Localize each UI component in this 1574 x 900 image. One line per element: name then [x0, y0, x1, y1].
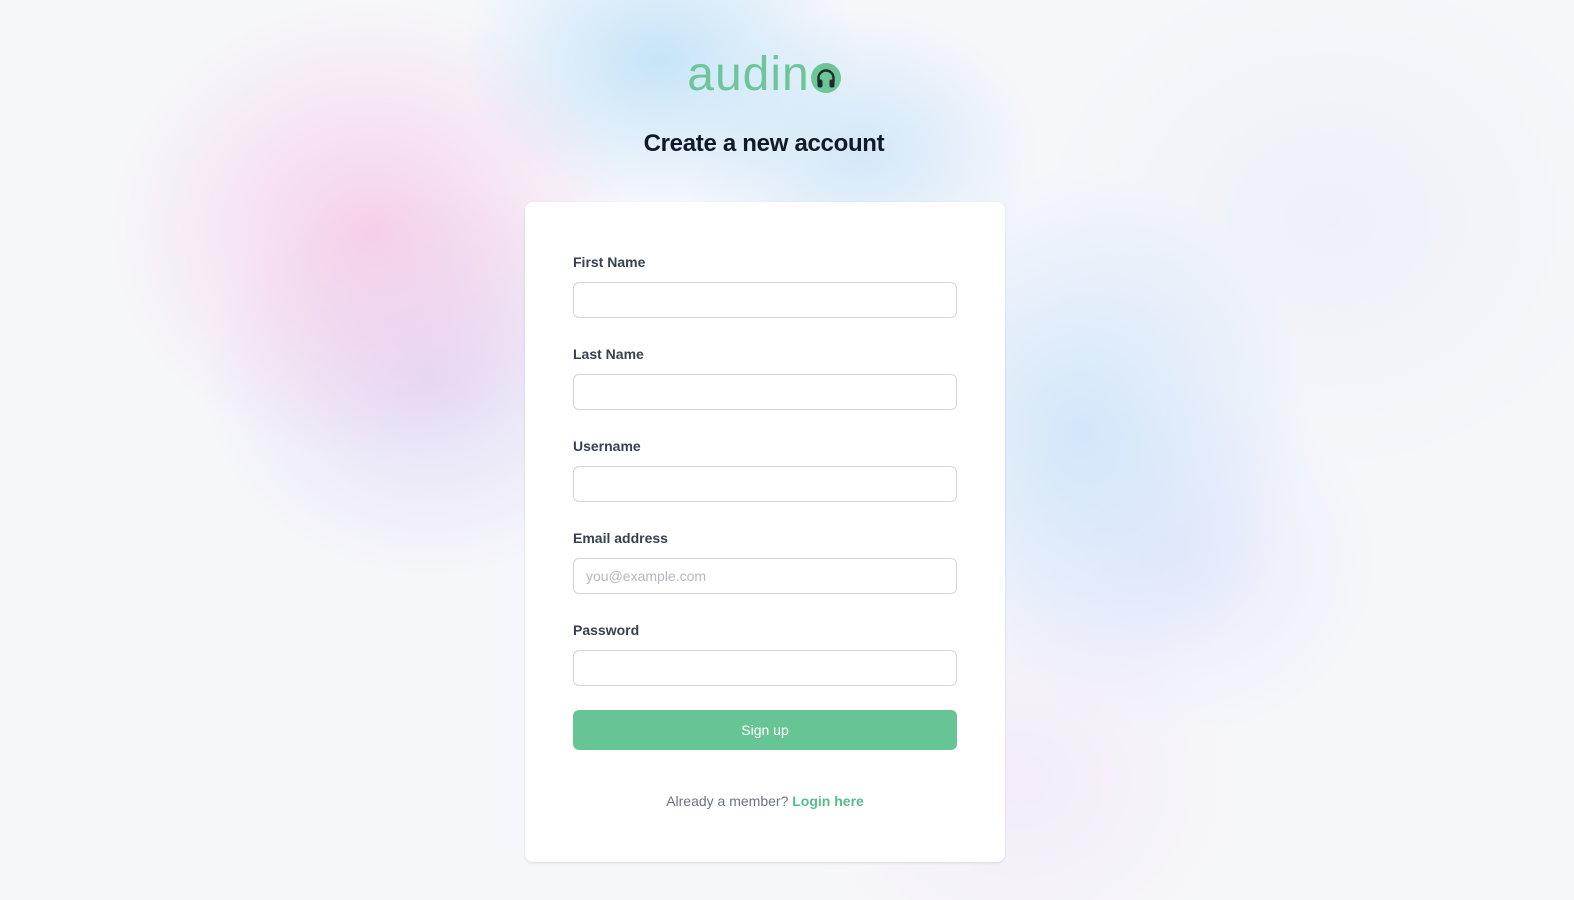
signup-form-card: First Name Last Name Username Email addr… [525, 202, 1005, 862]
brand-name: audin [687, 48, 810, 101]
password-label: Password [573, 622, 640, 638]
email-label: Email address [573, 530, 668, 546]
login-link[interactable]: Login here [792, 793, 864, 809]
already-member-text: Already a member? [666, 793, 789, 809]
last-name-input[interactable] [573, 374, 957, 410]
brand-logo: audin [0, 48, 1528, 102]
username-label: Username [573, 438, 641, 454]
first-name-input[interactable] [573, 282, 957, 318]
last-name-label: Last Name [573, 346, 644, 362]
headphones-icon [810, 63, 841, 93]
first-name-label: First Name [573, 254, 646, 270]
login-prompt: Already a member? Login here [525, 793, 1005, 809]
page-title: Create a new account [643, 130, 885, 157]
username-input[interactable] [573, 466, 957, 502]
email-input[interactable] [573, 558, 957, 594]
password-input[interactable] [573, 650, 957, 686]
sign-up-button[interactable]: Sign up [573, 710, 957, 750]
